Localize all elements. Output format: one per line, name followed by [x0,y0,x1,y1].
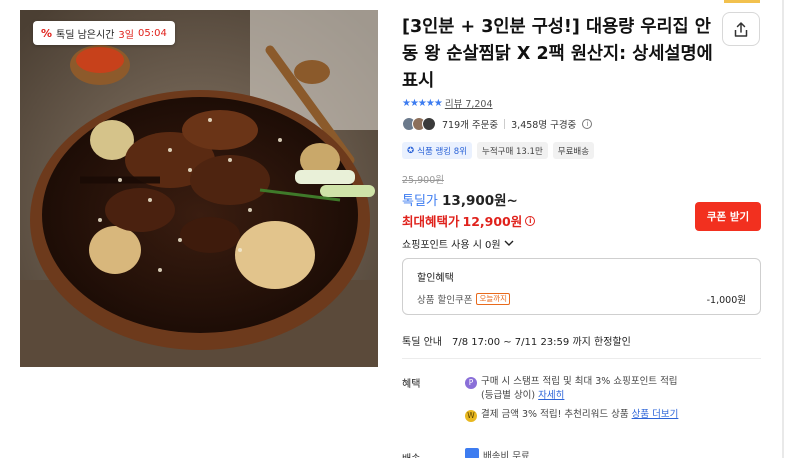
more-products-link[interactable]: 상품 더보기 [632,409,679,420]
share-button[interactable] [722,12,760,46]
discount-benefit-box: 할인혜택 상품 할인쿠폰 오늘까지 -1,000원 [402,258,761,315]
section-divider [402,358,761,359]
percent-icon: % [41,26,53,40]
coupon-name: 상품 할인쿠폰 [417,295,473,306]
benefit-line1b: (등급별 상이) [481,390,536,401]
deal-info-label: 톡딜 안내 [402,337,442,348]
shipping-value: 배송비 무료 [483,451,530,458]
today-only-tag: 오늘까지 [476,293,511,305]
discount-coupon-row: 상품 할인쿠폰 오늘까지 [417,292,511,306]
social-proof-row: 719개 주문중 3,458명 구경중 i [402,117,593,131]
rating-row: ★★★★★ 리뷰 7,204 [402,96,493,111]
original-price: 25,900원 [402,175,444,186]
timer-time: 05:04 [137,27,167,39]
ranking-tag[interactable]: ✪ 식품 랭킹 8위 [402,142,473,159]
review-count-link[interactable]: 리뷰 7,204 [445,96,493,110]
info-icon[interactable]: i [525,215,536,226]
deal-info-value: 7/8 17:00 ~ 7/11 23:59 까지 한정할인 [451,337,631,348]
info-icon[interactable]: i [582,119,593,129]
coin-icon: W [465,410,477,422]
discount-header: 할인혜택 [417,273,454,284]
deal-timer-badge: % 톡딜 남은시간 3일 05:04 [33,21,175,45]
benefits-label: 혜택 [402,379,421,390]
get-coupon-button[interactable]: 쿠폰 받기 [695,202,761,231]
product-title: [3인분 + 3인분 구성!] 대용량 우리집 안동 왕 순살찜닭 X 2팩 원… [402,17,713,91]
deal-price: 톡딜가 13,900원~ [402,189,518,209]
deal-info-row: 톡딜 안내 7/8 17:00 ~ 7/11 23:59 까지 한정할인 [402,333,631,348]
benefit-line2: 결제 금액 3% 적립! 추천리워드 상품 [481,409,629,420]
deal-price-value: 13,900원~ [442,193,518,209]
shipping-info: 배송비 무료 [465,448,530,458]
chevron-down-icon [504,240,514,246]
free-shipping-tag: 무료배송 [552,142,595,159]
max-benefit-price: 최대혜택가 12,900원 i [402,211,536,230]
cumulative-purchase-tag: 누적구매 13.1만 [477,142,548,159]
details-link[interactable]: 자세히 [538,390,564,401]
points-icon: P [465,377,477,389]
dish-illustration [20,10,378,367]
discount-amount: -1,000원 [706,295,746,306]
viewers-count: 3,458명 구경중 [511,120,577,131]
timer-days: 3일 [118,29,134,41]
points-value: 0원 [484,240,501,251]
max-price-label: 최대혜택가 [402,214,460,229]
benefit-line1: 구매 시 스탬프 적립 및 최대 3% 쇼핑포인트 적립 [481,376,678,387]
ranking-tag-label: 식품 랭킹 8위 [417,146,468,157]
avatar [422,117,436,131]
share-icon [734,21,748,37]
scrollbar-track[interactable] [782,0,784,458]
deal-price-label: 톡딜가 [402,194,438,209]
product-detail-page: % 톡딜 남은시간 3일 05:04 [3인분 + 3인분 구성!] 대용량 우… [0,0,800,458]
star-rating-icon: ★★★★★ [402,97,443,109]
top-accent-bar [724,0,760,3]
orders-count: 719개 주문중 [442,120,499,131]
product-image[interactable] [20,10,378,367]
timer-prefix: 톡딜 남은시간 [56,29,115,41]
ranking-icon: ✪ [407,145,415,156]
benefit-item-reward: W 결제 금액 3% 적립! 추천리워드 상품 상품 더보기 [465,408,678,422]
max-price-value: 12,900원 [462,214,523,229]
points-label: 쇼핑포인트 사용 시 [402,240,482,251]
benefit-item-points: P 구매 시 스탬프 적립 및 최대 3% 쇼핑포인트 적립 (등급별 상이) 자… [465,375,678,403]
buyer-avatars [402,117,436,131]
divider [504,119,506,129]
shipping-label: 배송 [402,450,420,458]
truck-icon [465,448,479,458]
product-tags: ✪ 식품 랭킹 8위 누적구매 13.1만 무료배송 [402,142,595,159]
shopping-points-toggle[interactable]: 쇼핑포인트 사용 시 0원 [402,236,514,251]
